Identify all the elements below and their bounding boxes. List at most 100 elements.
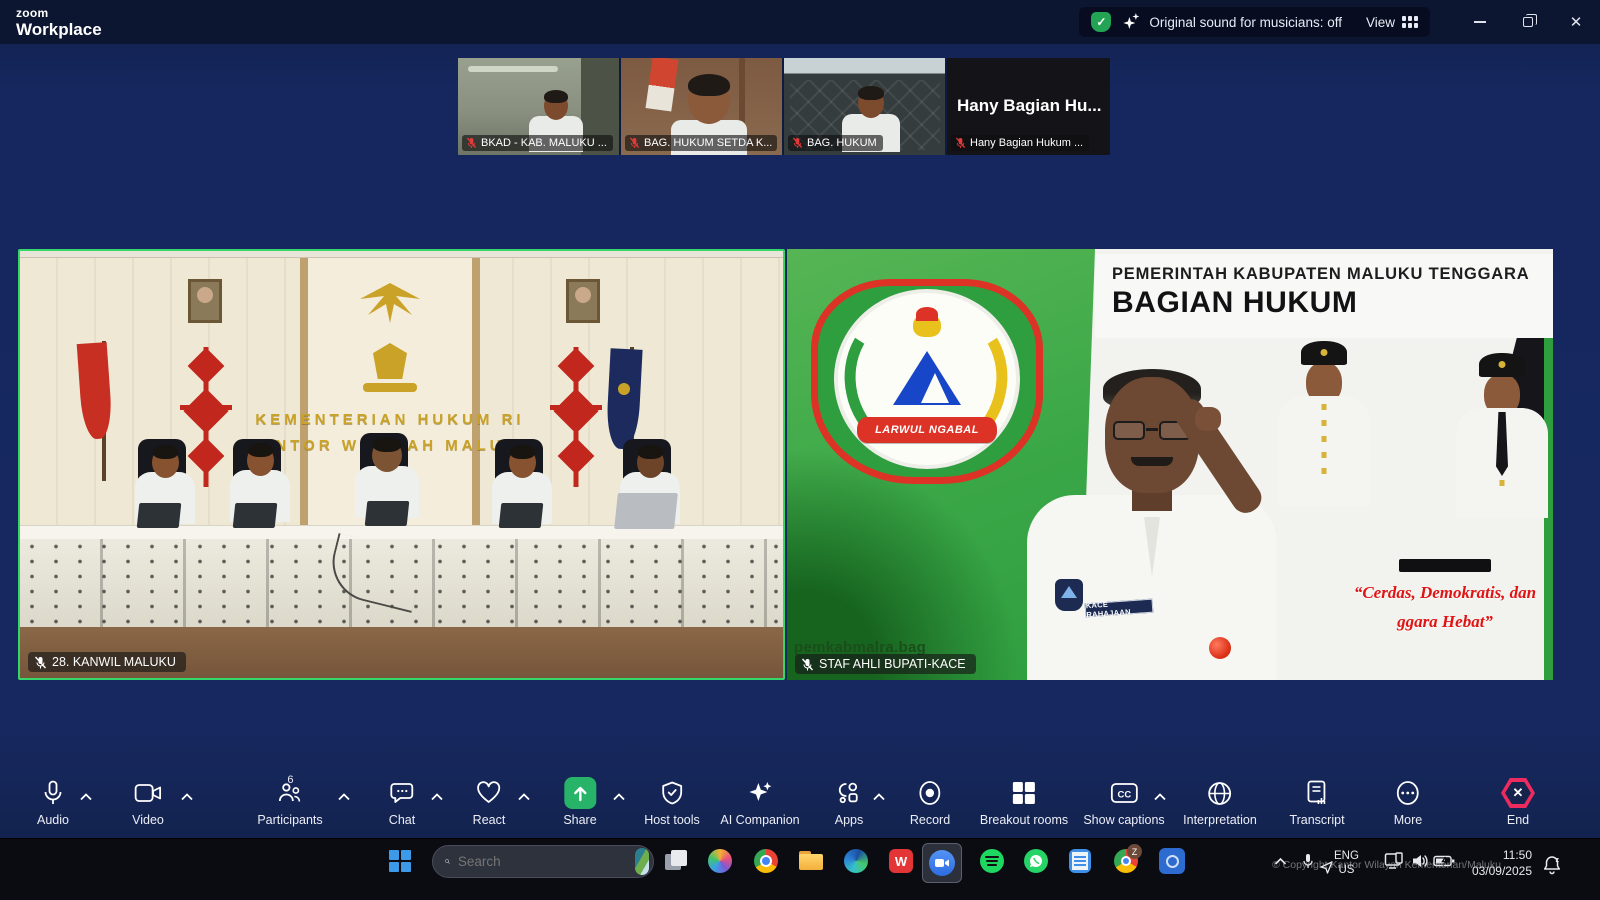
red-lanyard-pin bbox=[1209, 637, 1231, 659]
main-video-kanwil-maluku[interactable]: KEMENTERIAN HUKUM RI KANTOR WILAYAH MALU… bbox=[18, 249, 785, 680]
shoulder-patch bbox=[1055, 579, 1083, 611]
security-shield-icon[interactable] bbox=[1091, 12, 1111, 32]
laptop bbox=[365, 501, 410, 526]
interpretation-button[interactable]: Interpretation bbox=[1183, 778, 1257, 827]
audio-button[interactable]: Audio bbox=[37, 778, 69, 827]
task-view-icon[interactable] bbox=[662, 847, 690, 875]
webcam-app-icon[interactable] bbox=[1158, 847, 1186, 875]
meeting-toolbar: Audio Video 6 Participants bbox=[0, 766, 1600, 838]
edge-icon[interactable] bbox=[842, 847, 870, 875]
ai-companion-icon bbox=[747, 780, 773, 806]
apps-icon bbox=[836, 781, 862, 805]
participant-display-name: Hany Bagian Hu... bbox=[957, 96, 1102, 116]
small-black-badge bbox=[1399, 559, 1491, 572]
participant-name-badge: Hany Bagian Hukum ... bbox=[951, 135, 1089, 151]
mic-muted-icon bbox=[629, 137, 640, 149]
mic-muted-icon bbox=[801, 658, 814, 671]
logo-workplace-text: Workplace bbox=[16, 21, 102, 38]
participants-count: 6 bbox=[287, 774, 293, 786]
react-button[interactable]: React bbox=[473, 778, 506, 827]
camera-icon bbox=[134, 782, 162, 804]
share-screen-icon bbox=[564, 777, 596, 809]
filmstrip-tile-bkad[interactable]: BKAD - KAB. MALUKU ... bbox=[458, 58, 621, 155]
breakout-rooms-icon bbox=[1012, 781, 1036, 805]
chat-icon bbox=[389, 781, 415, 805]
participants-options-chevron[interactable] bbox=[338, 788, 350, 806]
host-tools-button[interactable]: Host tools bbox=[644, 778, 700, 827]
clock-date: 03/09/2025 bbox=[1452, 864, 1532, 880]
view-button[interactable]: View bbox=[1366, 15, 1418, 30]
windows-taskbar: W bbox=[0, 838, 1600, 900]
transcript-button[interactable]: Transcript bbox=[1289, 778, 1344, 827]
whatsapp-icon[interactable] bbox=[1022, 847, 1050, 875]
apps-button[interactable]: Apps bbox=[835, 778, 864, 827]
ai-companion-button[interactable]: AI Companion bbox=[720, 778, 799, 827]
ministry-logo bbox=[363, 343, 417, 397]
captions-options-chevron[interactable] bbox=[1154, 788, 1166, 806]
end-button[interactable]: ✕ End bbox=[1501, 778, 1535, 827]
video-options-chevron[interactable] bbox=[181, 788, 193, 806]
minimize-button[interactable] bbox=[1456, 0, 1504, 44]
larwul-ngabal-emblem: LARWUL NGABAL bbox=[811, 279, 1043, 484]
tray-show-hidden-chevron[interactable] bbox=[1266, 847, 1294, 875]
chat-options-chevron[interactable] bbox=[431, 788, 443, 806]
file-explorer-icon[interactable] bbox=[797, 847, 825, 875]
original-sound-status[interactable]: Original sound for musicians: off bbox=[1149, 15, 1342, 30]
more-button[interactable]: More bbox=[1394, 778, 1422, 827]
zoom-meeting-window: zoom Workplace Original sound for musici… bbox=[0, 0, 1600, 900]
breakout-rooms-button[interactable]: Breakout rooms bbox=[980, 778, 1068, 827]
captions-icon: CC bbox=[1110, 782, 1138, 804]
participants-button[interactable]: 6 Participants bbox=[257, 778, 322, 827]
tray-cast-icon[interactable] bbox=[1380, 847, 1408, 875]
red-quote-text: “Cerdas, Demokratis, dan ggara Hebat” bbox=[1345, 579, 1545, 637]
notification-bell-icon[interactable]: z bbox=[1538, 851, 1566, 879]
chrome-icon[interactable] bbox=[752, 847, 780, 875]
apps-options-chevron[interactable] bbox=[873, 788, 885, 806]
more-icon bbox=[1395, 780, 1421, 806]
mic-muted-icon bbox=[792, 137, 803, 149]
video-button[interactable]: Video bbox=[132, 778, 164, 827]
maximize-button[interactable] bbox=[1504, 0, 1552, 44]
taskbar-search[interactable] bbox=[432, 845, 654, 878]
share-options-chevron[interactable] bbox=[613, 788, 625, 806]
react-options-chevron[interactable] bbox=[518, 788, 530, 806]
record-button[interactable]: Record bbox=[910, 778, 950, 827]
close-button[interactable]: ✕ bbox=[1552, 0, 1600, 44]
name-tag: KACE RAHAJAAN bbox=[1085, 599, 1154, 618]
mic-muted-icon bbox=[955, 137, 966, 149]
taskbar-clock[interactable]: 11:50 03/09/2025 bbox=[1452, 848, 1532, 879]
search-input[interactable] bbox=[458, 854, 635, 869]
share-button[interactable]: Share bbox=[563, 778, 596, 827]
video-name-badge: 28. KANWIL MALUKU bbox=[28, 652, 186, 672]
wps-office-icon[interactable]: W bbox=[887, 847, 915, 875]
audio-options-chevron[interactable] bbox=[80, 788, 92, 806]
portrait-frame-left bbox=[188, 279, 222, 323]
wall-text-line1: KEMENTERIAN HUKUM RI bbox=[210, 411, 570, 428]
window-controls: ✕ bbox=[1456, 0, 1600, 44]
language-indicator[interactable]: ENG US bbox=[1334, 849, 1359, 878]
banner-line1: PEMERINTAH KABUPATEN MALUKU TENGGARA bbox=[1112, 265, 1553, 284]
banner-line2: BAGIAN HUKUM bbox=[1112, 286, 1553, 320]
filmstrip-tile-bag-hukum-setda[interactable]: BAG. HUKUM SETDA K... bbox=[621, 58, 784, 155]
filmstrip-tile-hany[interactable]: Hany Bagian Hu... Hany Bagian Hukum ... bbox=[947, 58, 1110, 155]
spotify-icon[interactable] bbox=[978, 847, 1006, 875]
participant-name-badge: BAG. HUKUM SETDA K... bbox=[625, 135, 777, 151]
chat-button[interactable]: Chat bbox=[389, 778, 415, 827]
start-button[interactable] bbox=[386, 847, 414, 875]
shield-icon bbox=[661, 781, 683, 805]
notes-app-icon[interactable] bbox=[1066, 847, 1094, 875]
laptop bbox=[233, 503, 278, 528]
title-bar: zoom Workplace Original sound for musici… bbox=[0, 0, 1600, 44]
participant-name-badge: BKAD - KAB. MALUKU ... bbox=[462, 135, 613, 151]
copilot-icon[interactable] bbox=[706, 847, 734, 875]
zoom-app-icon-active[interactable] bbox=[922, 843, 962, 883]
red-flag bbox=[78, 341, 130, 481]
main-video-staf-ahli[interactable]: LARWUL NGABAL pemkabmalra.bag PEMERINTAH… bbox=[787, 249, 1553, 680]
participant-filmstrip: BKAD - KAB. MALUKU ... BAG. HUKUM SETDA … bbox=[458, 58, 1111, 155]
ai-sparkle-icon[interactable] bbox=[1121, 13, 1139, 31]
laptop bbox=[614, 493, 678, 529]
transcript-icon bbox=[1306, 780, 1328, 806]
filmstrip-tile-bag-hukum[interactable]: BAG. HUKUM bbox=[784, 58, 947, 155]
show-captions-button[interactable]: CC Show captions bbox=[1083, 778, 1164, 827]
chrome-profile-icon[interactable]: Z bbox=[1112, 847, 1140, 875]
